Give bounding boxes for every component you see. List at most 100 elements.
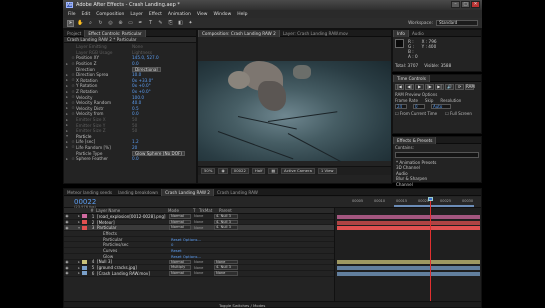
camera-icon[interactable]: ◉ [218, 168, 228, 174]
layer-name[interactable]: [road_explosion[0012-0028].png] [97, 214, 169, 219]
layer-name[interactable]: [Null 3] [97, 259, 169, 264]
visibility-eye-icon[interactable]: ◉ [64, 266, 70, 270]
visibility-eye-icon[interactable]: ◉ [64, 226, 70, 230]
current-time-indicator[interactable] [430, 197, 431, 303]
hand-tool-icon[interactable]: ✋ [77, 20, 84, 27]
label-color-swatch[interactable] [82, 254, 87, 258]
audio-icon[interactable]: 🔊 [445, 84, 454, 90]
layer-name[interactable]: [Meteor] [97, 220, 169, 225]
label-color-swatch[interactable] [82, 243, 87, 247]
composition-viewer[interactable]: 50% ◉ 00022 Half ▦ Active Camera 1 View [198, 37, 391, 175]
property-value[interactable]: 50 [132, 117, 137, 122]
property-value[interactable]: 0.5 [132, 106, 139, 111]
property-value[interactable]: 0x +0.0° [132, 83, 151, 88]
full-screen-checkbox[interactable]: ☐ Full Screen [445, 111, 472, 116]
work-area-bar[interactable] [394, 205, 474, 207]
view-layout-dropdown[interactable]: 1 View [317, 168, 337, 174]
track-matte-dropdown[interactable]: None [194, 214, 214, 218]
effects-search-input[interactable] [395, 152, 479, 158]
eraser-tool-icon[interactable]: ◧ [177, 20, 184, 27]
property-value[interactable]: Lightness [132, 50, 152, 55]
layer-name[interactable]: Effects [97, 231, 169, 236]
layer-tracks[interactable] [334, 208, 481, 303]
maximize-button[interactable]: □ [461, 1, 470, 8]
pan-behind-tool-icon[interactable]: ⊕ [117, 20, 124, 27]
resolution-dropdown[interactable]: Half [251, 168, 266, 174]
property-value[interactable]: None [132, 44, 143, 49]
layer-duration-bar[interactable] [337, 266, 480, 271]
loop-icon[interactable]: ⟳ [455, 84, 464, 90]
label-color-swatch[interactable] [82, 231, 87, 235]
brush-tool-icon[interactable]: ✎ [157, 20, 164, 27]
property-value[interactable]: 145.0, 527.0 [132, 55, 159, 60]
property-value[interactable]: 0 [171, 242, 173, 247]
from-current-time-checkbox[interactable]: ☐ From Current Time [395, 111, 437, 116]
parent-dropdown[interactable]: 4. Null 3 [214, 225, 238, 231]
layer-name[interactable]: Particular [97, 237, 169, 242]
camera-tool-icon[interactable]: ◎ [107, 20, 114, 27]
label-color-swatch[interactable] [82, 248, 87, 252]
reset-options-link[interactable]: Reset Options... [171, 237, 201, 242]
menu-composition[interactable]: Composition [96, 12, 124, 17]
ram-preview-button[interactable]: RAM [465, 84, 475, 90]
layer-duration-bar[interactable] [337, 220, 480, 225]
menu-help[interactable]: Help [237, 12, 247, 17]
layer-name[interactable]: Curves [97, 248, 169, 253]
arrow-tool-icon[interactable]: ➤ [67, 19, 74, 27]
region-icon[interactable]: ▦ [268, 168, 279, 174]
label-color-swatch[interactable] [82, 225, 87, 230]
camera-view-dropdown[interactable]: Active Camera [281, 168, 315, 174]
visibility-eye-icon[interactable]: ◉ [64, 271, 70, 275]
blend-mode-dropdown[interactable]: Normal [169, 259, 191, 265]
property-value[interactable]: 0.0 [132, 111, 139, 116]
property-value[interactable]: 100.0 [132, 95, 144, 100]
first-frame-icon[interactable]: |◀ [395, 84, 404, 90]
tree-item[interactable]: Channel [396, 182, 481, 187]
blend-mode-dropdown[interactable]: Multiply [169, 265, 191, 270]
twirl-arrow-icon[interactable]: ▸ [64, 118, 70, 122]
layer-row[interactable]: ◉ ▸ 6 [Crash Landing RAW.mov] Normal None None [64, 271, 334, 277]
last-frame-icon[interactable]: ▶| [435, 84, 444, 90]
label-color-swatch[interactable] [82, 265, 87, 270]
property-value[interactable]: 20 [132, 145, 137, 150]
property-value[interactable]: 0.0 [132, 61, 139, 66]
toggle-switches-modes-button[interactable]: Toggle Switches / Modes [219, 303, 265, 308]
tab-time-controls[interactable]: Time Controls [393, 74, 430, 82]
resolution-field[interactable]: Auto [431, 104, 451, 109]
twirl-arrow-icon[interactable]: ▸ [64, 123, 70, 127]
zoom-tool-icon[interactable]: ⌕ [87, 20, 94, 27]
blend-mode-dropdown[interactable]: Normal [169, 270, 191, 276]
layer-name[interactable]: Particular [97, 225, 169, 230]
tab-landing-breakdown[interactable]: landing breakdown [115, 189, 161, 196]
reset-options-link[interactable]: Reset Options... [171, 254, 201, 259]
label-color-swatch[interactable] [82, 259, 87, 264]
play-icon[interactable]: ▶ [415, 84, 424, 90]
menu-effect[interactable]: Effect [149, 12, 162, 17]
prev-frame-icon[interactable]: ◀| [405, 84, 414, 90]
parent-dropdown[interactable]: 4. Null 3 [214, 219, 238, 225]
layer-name[interactable]: [ground cracks.jpg] [97, 265, 169, 270]
tab-layer[interactable]: Layer: Crash Landing RAW.mov [280, 30, 351, 37]
track-matte-dropdown[interactable]: None [194, 260, 214, 264]
menu-window[interactable]: Window [214, 12, 232, 17]
parent-dropdown[interactable]: 4. Null 3 [214, 265, 238, 270]
property-value[interactable]: 40.0 [132, 100, 141, 105]
property-value[interactable]: 0x +0.0° [132, 89, 151, 94]
tab-info[interactable]: Info [393, 29, 409, 37]
blend-mode-dropdown[interactable]: Normal [169, 214, 191, 219]
label-color-swatch[interactable] [82, 237, 87, 241]
playhead-handle[interactable] [428, 197, 433, 201]
property-value[interactable]: 50 [132, 123, 137, 128]
property-value[interactable]: 10.0 [132, 72, 141, 77]
tab-composition[interactable]: Composition: Crash Landing RAW 2 [198, 29, 280, 37]
viewer-timecode[interactable]: 00022 [230, 168, 249, 174]
menu-animation[interactable]: Animation [168, 12, 191, 17]
visibility-eye-icon[interactable]: ◉ [64, 260, 70, 264]
blend-mode-dropdown[interactable]: Normal [169, 225, 191, 231]
property-dropdown[interactable]: Glow Sphere (No DOF) [132, 150, 186, 156]
layer-duration-bar[interactable] [337, 271, 480, 276]
property-dropdown[interactable]: Directional [132, 66, 161, 72]
label-color-swatch[interactable] [82, 271, 87, 276]
minimize-button[interactable]: – [451, 1, 460, 8]
close-button[interactable]: ✕ [471, 1, 480, 8]
